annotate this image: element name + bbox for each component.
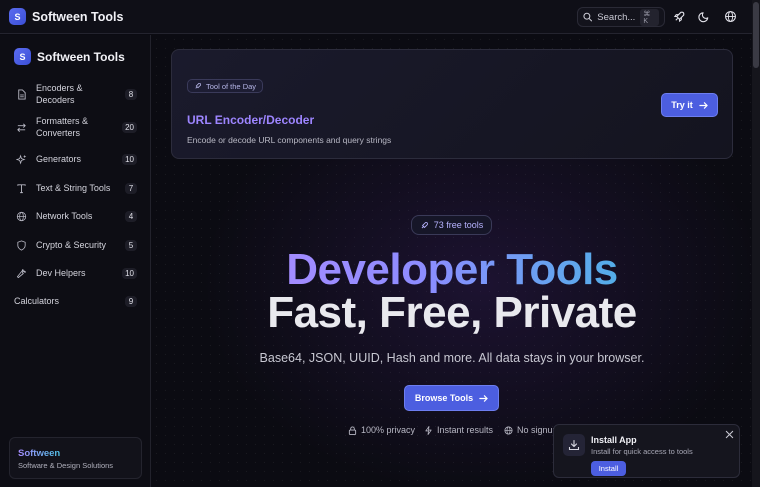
sidebar-item-label: Encoders & Decoders xyxy=(36,83,83,105)
top-bar: S Softween Tools Search... ⌘ K xyxy=(0,0,752,34)
search-shortcut: ⌘ K xyxy=(640,8,659,26)
file-icon xyxy=(18,88,26,100)
sidebar-item-label: Formatters & Converters xyxy=(36,116,89,138)
rocket-icon xyxy=(195,82,202,89)
sidebar-item-crypto-security[interactable]: Crypto & Security 5 xyxy=(0,238,151,252)
sidebar-item-label: Network Tools xyxy=(36,211,93,221)
sidebar: S Softween Tools Encoders & Decoders 8 F… xyxy=(0,35,151,487)
arrows-icon xyxy=(17,123,26,132)
close-icon[interactable] xyxy=(725,430,734,439)
sidebar-item-count: 7 xyxy=(125,182,137,194)
sidebar-item-label: Generators xyxy=(36,154,82,164)
shield-icon xyxy=(17,239,26,251)
sidebar-item-count: 4 xyxy=(125,210,137,222)
arrow-right-icon xyxy=(699,101,708,109)
globe-icon xyxy=(16,211,27,221)
brand-name: Softween Tools xyxy=(32,9,124,24)
install-title: Install App xyxy=(591,435,637,445)
type-icon xyxy=(17,183,26,193)
sidebar-item-count: 20 xyxy=(122,121,137,133)
rocket-icon[interactable] xyxy=(673,10,686,23)
browse-tools-label: Browse Tools xyxy=(414,393,474,403)
feature-no-signup: No signup xyxy=(504,425,558,435)
free-tools-pill: 73 free tools xyxy=(411,215,492,235)
download-icon xyxy=(568,439,580,451)
sidebar-item-label: Crypto & Security xyxy=(36,240,107,250)
wrench-icon xyxy=(16,268,27,278)
install-icon-box xyxy=(563,434,585,456)
rocket-icon xyxy=(421,221,428,228)
sidebar-footer-card[interactable]: Softween Software & Design Solutions xyxy=(9,437,142,479)
sidebar-item-count: 10 xyxy=(122,267,137,279)
arrow-right-icon xyxy=(479,394,488,402)
sidebar-item-dev-helpers[interactable]: Dev Helpers 10 xyxy=(0,266,151,280)
feature-instant: Instant results xyxy=(424,425,493,435)
footer-company-name: Softween xyxy=(18,448,61,459)
sidebar-item-calculators[interactable]: Calculators 9 xyxy=(0,294,151,308)
page-scrollbar[interactable] xyxy=(752,0,760,487)
feature-label: No signup xyxy=(517,425,558,435)
sidebar-item-network-tools[interactable]: Network Tools 4 xyxy=(0,209,151,223)
feature-privacy: 100% privacy xyxy=(348,425,415,435)
search-icon xyxy=(583,12,593,22)
sidebar-item-count: 9 xyxy=(125,295,137,307)
sidebar-item-label: Text & String Tools xyxy=(36,183,111,193)
free-tools-count: 73 free tools xyxy=(433,220,484,230)
footer-tagline: Software & Design Solutions xyxy=(18,461,114,470)
sparkles-icon xyxy=(16,154,27,164)
hero-subtitle: Base64, JSON, UUID, Hash and more. All d… xyxy=(259,351,645,365)
tool-description: Encode or decode URL components and quer… xyxy=(187,135,392,145)
sidebar-brand-name: Softween Tools xyxy=(37,49,125,64)
sidebar-logo: S xyxy=(14,48,31,65)
tool-of-the-day-badge: Tool of the Day xyxy=(187,79,264,93)
sidebar-item-generators[interactable]: Generators 10 xyxy=(0,152,151,166)
lightning-icon xyxy=(425,425,432,435)
header-brand[interactable]: S Softween Tools xyxy=(9,8,123,25)
install-app-toast: Install App Install for quick access to … xyxy=(553,424,740,478)
search-label: Search... xyxy=(597,11,636,23)
sidebar-item-formatters-converters[interactable]: Formatters & Converters 20 xyxy=(0,115,151,139)
badge-label: Tool of the Day xyxy=(206,81,257,91)
sidebar-item-encoders-decoders[interactable]: Encoders & Decoders 8 xyxy=(0,83,151,105)
search-button[interactable]: Search... ⌘ K xyxy=(577,7,665,27)
sidebar-item-label: Calculators xyxy=(14,296,60,306)
try-it-button[interactable]: Try it xyxy=(661,93,718,117)
sidebar-item-count: 10 xyxy=(122,153,137,165)
scrollbar-thumb[interactable] xyxy=(753,2,759,68)
brand-logo: S xyxy=(9,8,26,25)
install-subtitle: Install for quick access to tools xyxy=(591,447,693,456)
tool-of-the-day-card: Tool of the Day URL Encoder/Decoder Enco… xyxy=(171,49,733,159)
sidebar-item-count: 5 xyxy=(125,239,137,251)
sidebar-item-text-string-tools[interactable]: Text & String Tools 7 xyxy=(0,181,151,195)
browse-tools-button[interactable]: Browse Tools xyxy=(404,385,499,411)
install-button[interactable]: Install xyxy=(591,461,626,476)
sidebar-brand[interactable]: S Softween Tools xyxy=(14,48,125,65)
sidebar-item-label: Dev Helpers xyxy=(36,268,86,278)
try-it-label: Try it xyxy=(671,100,693,110)
main-content: Tool of the Day URL Encoder/Decoder Enco… xyxy=(152,35,752,487)
moon-icon[interactable] xyxy=(698,10,711,23)
tool-title[interactable]: URL Encoder/Decoder xyxy=(187,113,314,127)
feature-label: 100% privacy xyxy=(361,425,416,435)
feature-label: Instant results xyxy=(437,425,494,435)
hero-title-line2: Fast, Free, Private xyxy=(267,288,637,337)
globe-icon xyxy=(504,425,513,435)
lock-icon xyxy=(348,425,357,435)
globe-icon[interactable] xyxy=(724,10,737,23)
sidebar-item-count: 8 xyxy=(125,88,137,100)
